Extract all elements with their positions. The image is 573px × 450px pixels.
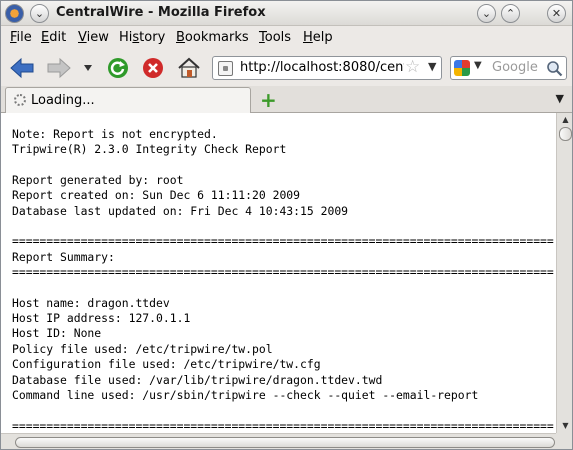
search-magnifier-icon[interactable] (546, 60, 563, 77)
search-bar[interactable]: ▼ Google (450, 56, 567, 80)
stop-icon[interactable] (142, 57, 164, 79)
search-input[interactable]: Google (492, 60, 538, 75)
minimize-button[interactable]: ⌄ (477, 4, 496, 23)
google-engine-icon[interactable] (454, 60, 470, 76)
scroll-down-arrow-icon[interactable]: ▼ (557, 419, 572, 433)
history-dropdown-icon[interactable] (83, 64, 93, 72)
window-menu-chevron-icon[interactable]: ⌄ (30, 4, 49, 23)
report-line: Note: Report is not encrypted. (12, 127, 218, 141)
report-line (12, 158, 554, 173)
new-tab-plus-icon[interactable]: + (260, 88, 277, 112)
tripwire-report: Note: Report is not encrypted. Tripwire(R… (12, 127, 554, 433)
menu-bookmarks[interactable]: Bookmarks (176, 30, 249, 45)
url-text[interactable]: http://localhost:8080/centralwire (240, 60, 404, 75)
report-line: Host ID: None (12, 326, 102, 341)
scroll-up-arrow-icon[interactable]: ▲ (557, 113, 572, 127)
report-separator: ========================================… (12, 234, 554, 249)
menu-help[interactable]: Help (303, 30, 333, 45)
reload-icon[interactable] (107, 57, 129, 79)
scrollbar-corner (556, 433, 572, 449)
browser-window: ⌄ CentralWire - Mozilla Firefox ⌄ ⌃ ✕ Fi… (0, 0, 573, 450)
report-line: Host name: dragon.ttdev (12, 295, 170, 310)
report-line: Database file used: /var/lib/tripwire/dr… (12, 372, 383, 387)
loading-throbber-icon (14, 94, 26, 106)
report-line: Configuration file used: /etc/tripwire/t… (12, 357, 321, 372)
report-line: Policy file used: /etc/tripwire/tw.pol (12, 341, 273, 356)
back-arrow-icon[interactable] (9, 57, 35, 79)
report-line: Report Summary: (12, 249, 115, 264)
address-bar[interactable]: http://localhost:8080/centralwire ☆ ▼ (212, 56, 442, 80)
home-icon[interactable] (177, 56, 201, 80)
menu-view[interactable]: View (78, 30, 109, 45)
menu-edit[interactable]: Edit (41, 30, 66, 45)
search-engine-dropdown-icon[interactable]: ▼ (474, 60, 482, 71)
menu-history[interactable]: History (119, 30, 165, 45)
horizontal-scrollbar[interactable] (1, 433, 556, 449)
menu-tools[interactable]: Tools (259, 30, 291, 45)
tab-bar: Loading... + ▼ (1, 86, 572, 113)
tab-loading[interactable]: Loading... (5, 87, 251, 113)
report-line: Report generated by: root (12, 173, 184, 188)
bookmark-star-icon[interactable]: ☆ (405, 57, 420, 77)
url-dropdown-icon[interactable]: ▼ (428, 60, 436, 73)
report-line: Report created on: Sun Dec 6 11:11:20 20… (12, 188, 301, 203)
vertical-scrollbar[interactable]: ▲ ▼ (556, 113, 572, 433)
navigation-toolbar: http://localhost:8080/centralwire ☆ ▼ ▼ … (1, 50, 572, 86)
page-favicon-icon (218, 61, 233, 76)
tab-list-chevron-icon[interactable]: ▼ (556, 92, 564, 105)
report-line: Database last updated on: Fri Dec 4 10:4… (12, 203, 349, 218)
page-content: Note: Report is not encrypted. Tripwire(R… (1, 113, 556, 433)
report-separator: ========================================… (12, 418, 554, 433)
report-line: Host IP address: 127.0.1.1 (12, 311, 191, 326)
report-line (12, 219, 554, 234)
report-line (12, 280, 554, 295)
firefox-icon[interactable] (5, 4, 24, 23)
report-line (12, 403, 554, 418)
forward-arrow-icon[interactable] (46, 57, 72, 79)
horizontal-scroll-thumb[interactable] (15, 437, 555, 448)
maximize-button[interactable]: ⌃ (501, 4, 520, 23)
window-title: CentralWire - Mozilla Firefox (56, 5, 266, 20)
report-line: Tripwire(R) 2.3.0 Integrity Check Report (12, 142, 287, 157)
report-line: Command line used: /usr/sbin/tripwire --… (12, 387, 479, 402)
vertical-scroll-thumb[interactable] (559, 127, 572, 141)
report-separator: ========================================… (12, 265, 554, 280)
tab-label: Loading... (31, 93, 95, 108)
menu-bar: File Edit View History Bookmarks Tools H… (1, 26, 572, 50)
menu-file[interactable]: File (10, 30, 32, 45)
close-button[interactable]: ✕ (547, 4, 566, 23)
title-bar: ⌄ CentralWire - Mozilla Firefox ⌄ ⌃ ✕ (1, 1, 572, 26)
